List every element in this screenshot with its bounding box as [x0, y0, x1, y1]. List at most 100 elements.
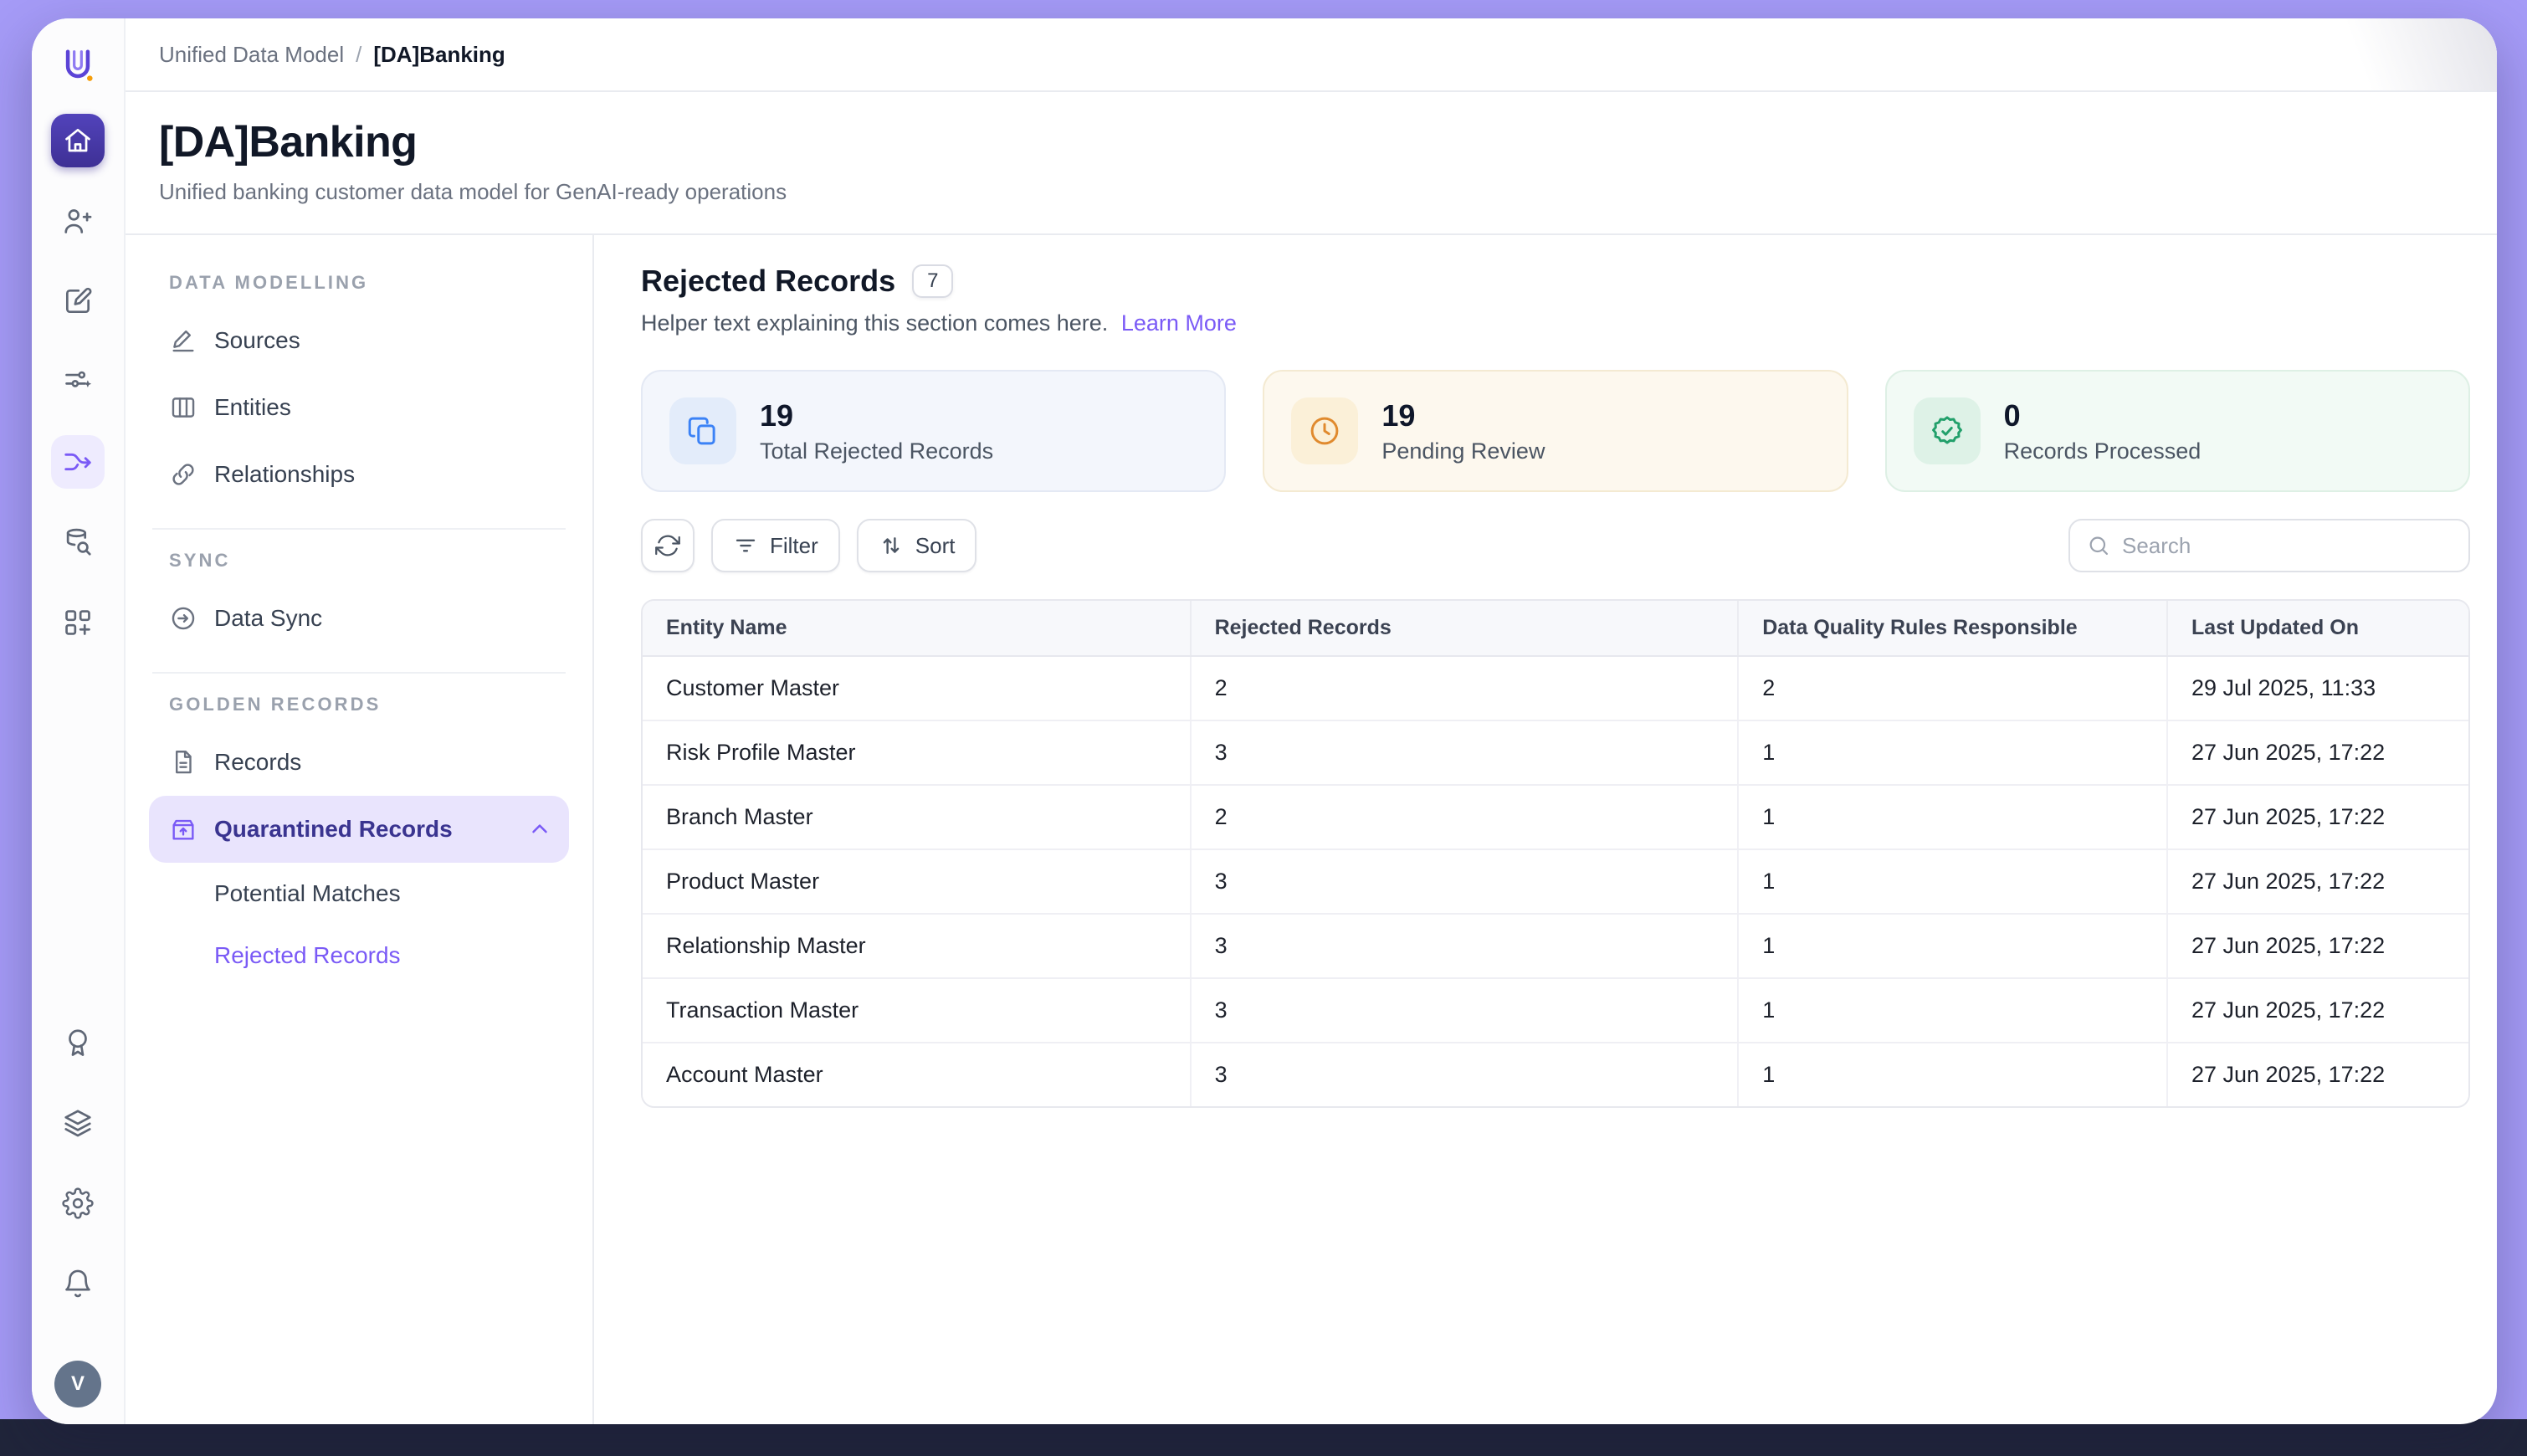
bell-icon[interactable]: [51, 1257, 105, 1310]
badge-check-icon: [1914, 397, 1981, 464]
learn-more-link[interactable]: Learn More: [1121, 310, 1237, 336]
home-nav-icon[interactable]: [51, 114, 105, 167]
sidebar-item-label: Relationships: [214, 461, 355, 488]
table-cell: 1: [1738, 849, 2167, 914]
table-cell: 3: [1191, 1043, 1739, 1106]
chevron-up-icon[interactable]: [527, 817, 552, 842]
section-heading: Rejected Records: [641, 264, 895, 299]
rejected-records-table: Entity Name Rejected Records Data Qualit…: [641, 599, 2470, 1108]
columns-icon: [169, 393, 197, 422]
body-row: DATA MODELLING Sources En: [126, 235, 2497, 1424]
blocks-plus-icon[interactable]: [51, 596, 105, 649]
filter-button[interactable]: Filter: [711, 519, 840, 572]
sidebar-item-entities[interactable]: Entities: [149, 374, 569, 441]
page-subtitle: Unified banking customer data model for …: [159, 179, 2463, 205]
link-icon: [169, 460, 197, 489]
table-cell: 1: [1738, 914, 2167, 978]
table-row[interactable]: Branch Master2127 Jun 2025, 17:22: [643, 785, 2468, 849]
table-header-row: Entity Name Rejected Records Data Qualit…: [643, 601, 2468, 656]
icon-rail: V: [32, 18, 126, 1424]
heading-row: Rejected Records 7: [641, 264, 2470, 299]
table-cell: 27 Jun 2025, 17:22: [2167, 914, 2468, 978]
helper-text: Helper text explaining this section come…: [641, 310, 2470, 336]
breadcrumb-bar: Unified Data Model / [DA]Banking: [126, 18, 2497, 92]
count-badge: 7: [912, 264, 953, 298]
section-label-golden-records: GOLDEN RECORDS: [169, 694, 569, 715]
column-header-last-updated: Last Updated On: [2167, 601, 2468, 656]
page-header: [DA]Banking Unified banking customer dat…: [126, 92, 2497, 235]
sidebar-item-relationships[interactable]: Relationships: [149, 441, 569, 508]
note-edit-icon[interactable]: [51, 274, 105, 328]
user-plus-icon[interactable]: [51, 194, 105, 248]
sidebar-item-label: Records: [214, 749, 301, 776]
table-cell: 27 Jun 2025, 17:22: [2167, 785, 2468, 849]
search-icon: [2087, 534, 2110, 557]
sort-arrows-icon: [879, 533, 904, 558]
column-header-entity-name: Entity Name: [643, 601, 1191, 656]
table-row[interactable]: Customer Master2229 Jul 2025, 11:33: [643, 656, 2468, 720]
toolbar: Filter Sort: [641, 519, 2470, 572]
sidebar-divider: [152, 528, 566, 530]
pencil-line-icon: [169, 326, 197, 355]
table-cell: 27 Jun 2025, 17:22: [2167, 720, 2468, 785]
sort-button[interactable]: Sort: [857, 519, 977, 572]
table-cell: 27 Jun 2025, 17:22: [2167, 849, 2468, 914]
table-body: Customer Master2229 Jul 2025, 11:33Risk …: [643, 656, 2468, 1106]
layers-icon[interactable]: [51, 1096, 105, 1150]
sidebar-item-label: Entities: [214, 394, 291, 421]
table-cell: Risk Profile Master: [643, 720, 1191, 785]
table-row[interactable]: Transaction Master3127 Jun 2025, 17:22: [643, 978, 2468, 1043]
stat-texts: 19 Total Rejected Records: [760, 398, 993, 464]
app-window: V Unified Data Model / [DA]Banking [DA]B…: [32, 18, 2497, 1424]
table-row[interactable]: Product Master3127 Jun 2025, 17:22: [643, 849, 2468, 914]
table-cell: 2: [1738, 656, 2167, 720]
gear-icon[interactable]: [51, 1177, 105, 1230]
table-cell: Branch Master: [643, 785, 1191, 849]
search-box[interactable]: [2068, 519, 2470, 572]
table-cell: Relationship Master: [643, 914, 1191, 978]
stat-texts: 0 Records Processed: [2004, 398, 2202, 464]
sidebar-item-label: Data Sync: [214, 605, 322, 632]
table-cell: 27 Jun 2025, 17:22: [2167, 1043, 2468, 1106]
app-logo-icon[interactable]: [53, 40, 103, 90]
sidebar-item-data-sync[interactable]: Data Sync: [149, 585, 569, 652]
sidebar-item-label: Sources: [214, 327, 300, 354]
breadcrumb-root[interactable]: Unified Data Model: [159, 42, 344, 68]
stats-row: 19 Total Rejected Records 19 Pending: [641, 370, 2470, 492]
helper-text-body: Helper text explaining this section come…: [641, 310, 1108, 336]
sliders-sparkle-icon[interactable]: [51, 355, 105, 408]
database-search-icon[interactable]: [51, 515, 105, 569]
stat-label: Total Rejected Records: [760, 438, 993, 464]
award-icon[interactable]: [51, 1016, 105, 1069]
table-row[interactable]: Account Master3127 Jun 2025, 17:22: [643, 1043, 2468, 1106]
sidebar-item-quarantined-records[interactable]: Quarantined Records: [149, 796, 569, 863]
column-header-dq-rules: Data Quality Rules Responsible: [1738, 601, 2167, 656]
table-cell: 2: [1191, 656, 1739, 720]
stat-card-pending-review: 19 Pending Review: [1263, 370, 1848, 492]
sidebar-subitem-rejected-records[interactable]: Rejected Records: [149, 925, 569, 987]
table-cell: Transaction Master: [643, 978, 1191, 1043]
right-column: Unified Data Model / [DA]Banking [DA]Ban…: [126, 18, 2497, 1424]
user-avatar[interactable]: V: [54, 1361, 101, 1407]
filter-icon: [733, 533, 758, 558]
sidebar-item-sources[interactable]: Sources: [149, 307, 569, 374]
refresh-icon: [655, 533, 680, 558]
stat-value: 0: [2004, 398, 2202, 433]
table-cell: Customer Master: [643, 656, 1191, 720]
file-lines-icon: [169, 748, 197, 777]
clock-icon: [1291, 397, 1358, 464]
table-row[interactable]: Relationship Master3127 Jun 2025, 17:22: [643, 914, 2468, 978]
table-cell: 29 Jul 2025, 11:33: [2167, 656, 2468, 720]
filter-button-label: Filter: [770, 533, 818, 559]
sidebar-item-records[interactable]: Records: [149, 729, 569, 796]
table-cell: 3: [1191, 720, 1739, 785]
refresh-button[interactable]: [641, 519, 695, 572]
section-label-sync: SYNC: [169, 550, 569, 572]
table-row[interactable]: Risk Profile Master3127 Jun 2025, 17:22: [643, 720, 2468, 785]
sidebar-item-label: Quarantined Records: [214, 816, 453, 843]
flow-merge-icon[interactable]: [51, 435, 105, 489]
sort-button-label: Sort: [915, 533, 956, 559]
table-cell: Account Master: [643, 1043, 1191, 1106]
search-input[interactable]: [2122, 533, 2452, 559]
sidebar-subitem-potential-matches[interactable]: Potential Matches: [149, 863, 569, 925]
